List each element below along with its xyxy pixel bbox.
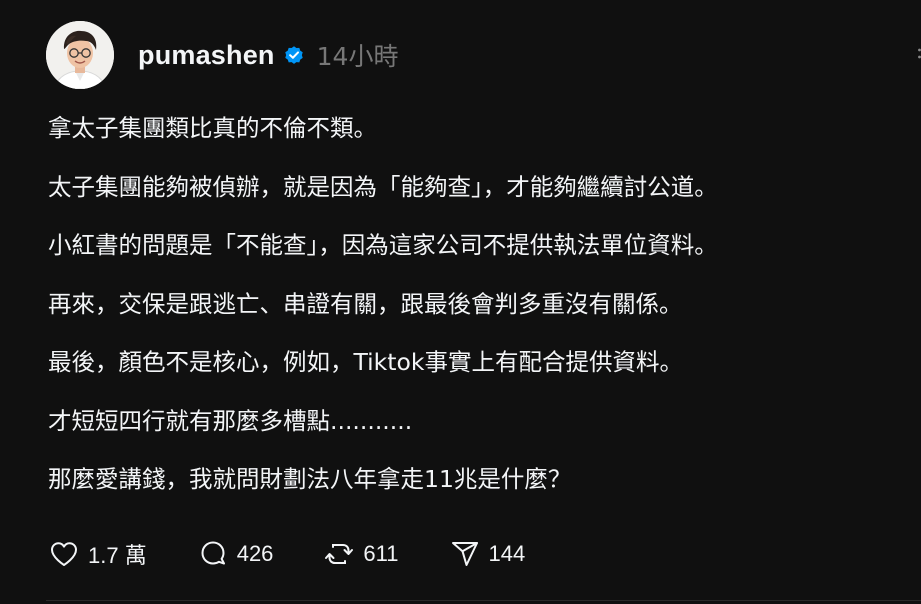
post-text-line: 拿太子集團類比真的不倫不類。	[48, 114, 377, 142]
heart-icon	[48, 538, 80, 570]
post-timestamp[interactable]: 14小時	[317, 37, 399, 73]
post-divider	[46, 600, 921, 601]
share-icon	[449, 538, 481, 570]
repost-button[interactable]: 611	[323, 538, 399, 570]
username[interactable]: pumashen	[138, 40, 275, 71]
share-button[interactable]: 144	[449, 538, 526, 570]
post-text-line: 最後，顏色不是核心，例如，Tiktok事實上有配合提供資料。	[48, 348, 683, 376]
repost-count: 611	[363, 541, 399, 566]
post-body: 拿太子集團類比真的不倫不類。 太子集團能夠被偵辦，就是因為「能夠查」，才能夠繼續…	[48, 112, 908, 522]
post-text-line: 才短短四行就有那麼多槽點...........	[48, 406, 413, 435]
comment-count: 426	[236, 541, 274, 566]
comment-icon	[197, 538, 229, 570]
repost-icon	[323, 538, 355, 570]
like-button[interactable]: 1.7 萬	[48, 538, 147, 570]
post-text-line: 那麼愛講錢，我就問財劃法八年拿走11兆是什麼？	[48, 465, 572, 493]
post-text-line: 太子集團能夠被偵辦，就是因為「能夠查」，才能夠繼續討公道。	[48, 172, 718, 201]
post-text-line: 再來，交保是跟逃亡、串證有關，跟最後會判多重沒有關係。	[48, 289, 683, 318]
post-text-line: 小紅書的問題是「不能查」，因為這家公司不提供執法單位資料。	[48, 231, 718, 259]
avatar[interactable]	[46, 21, 114, 89]
post-header: pumashen 14小時	[46, 20, 398, 90]
like-count: 1.7 萬	[88, 543, 147, 568]
thread-post: pumashen 14小時 拿太子集團類比真的不倫不類。 太子集團能夠被偵辦，就…	[0, 0, 921, 604]
post-actions: 1.7 萬 426 611 144	[48, 536, 575, 572]
share-count: 144	[488, 541, 526, 566]
verified-badge-icon	[283, 44, 305, 66]
comment-button[interactable]: 426	[197, 538, 274, 570]
